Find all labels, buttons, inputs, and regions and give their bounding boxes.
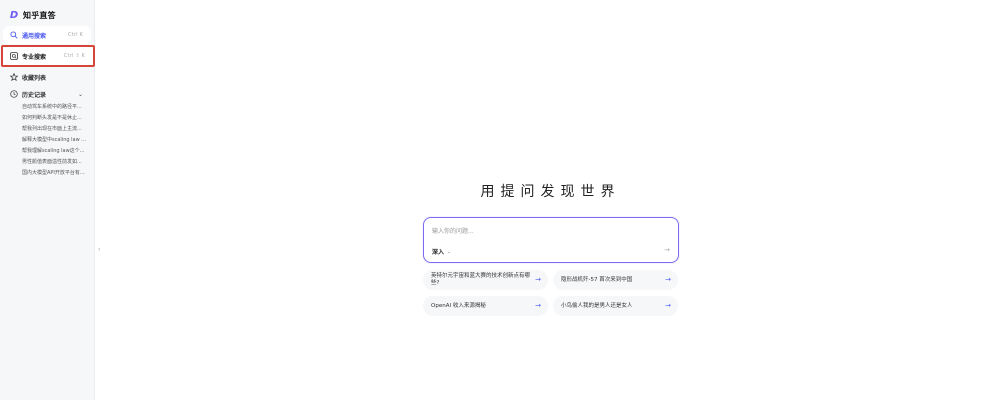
app-logo[interactable]: D 知乎直答 — [8, 8, 56, 22]
collapse-sidebar-icon[interactable]: ‹ — [98, 246, 100, 253]
arrow-right-icon: → — [535, 301, 541, 310]
suggestion-text: OpenAI 收入来源揭秘 — [431, 302, 486, 309]
sidebar: D 知乎直答 通用搜索 Ctrl K 专业搜索 Ctrl ⇧ K 收藏列表 历史… — [0, 0, 95, 400]
sidebar-item-label: 收藏列表 — [22, 74, 47, 82]
suggestion-chip[interactable]: 英特尔元宇宙和蓝大赛的技术创新点有哪些? → — [423, 270, 548, 290]
search-icon — [10, 31, 18, 39]
sidebar-item-label: 通用搜索 — [22, 32, 47, 40]
chevron-down-icon: ⌄ — [447, 248, 452, 255]
shortcut-hint: Ctrl ⇧ K — [63, 53, 85, 59]
suggestion-chip[interactable]: 隐形战机歼-57 首次来到中国 → — [553, 270, 678, 290]
sidebar-item-history[interactable]: 历史记录 ⌄ — [3, 85, 91, 103]
chevron-down-icon[interactable]: ⌄ — [78, 91, 83, 98]
history-item[interactable]: 帮我列出现在市面上主流... — [22, 124, 88, 135]
send-button[interactable]: → — [662, 245, 672, 255]
mode-label: 深入 — [432, 249, 445, 256]
star-icon — [10, 73, 18, 81]
history-item[interactable]: 帮我理解scaling law这个... — [22, 146, 88, 157]
arrow-right-icon: → — [535, 275, 541, 284]
shortcut-hint: Ctrl K — [68, 32, 83, 38]
history-icon — [10, 90, 18, 98]
suggestion-text: 隐形战机歼-57 首次来到中国 — [561, 276, 633, 283]
logo-mark-icon: D — [9, 9, 19, 21]
sidebar-item-general-search[interactable]: 通用搜索 Ctrl K — [3, 26, 91, 44]
pro-search-icon — [10, 52, 18, 60]
suggestion-chip[interactable]: 小鸟偷人我的是男人还是女人 → — [553, 296, 678, 316]
app-title: 知乎直答 — [23, 10, 56, 20]
question-input[interactable]: 输入你的问题... — [432, 226, 474, 235]
arrow-right-icon: → — [665, 301, 671, 310]
suggestion-text: 英特尔元宇宙和蓝大赛的技术创新点有哪些? — [431, 273, 531, 286]
sidebar-item-favorites[interactable]: 收藏列表 — [3, 68, 91, 86]
sidebar-item-label: 专业搜索 — [22, 53, 47, 61]
sidebar-item-pro-search[interactable]: 专业搜索 Ctrl ⇧ K — [1, 45, 95, 67]
question-input-box[interactable]: 输入你的问题... 深入 ⌄ → — [423, 217, 679, 263]
history-item[interactable]: 国内大模型API开放平台有... — [22, 168, 88, 179]
suggestion-chip[interactable]: OpenAI 收入来源揭秘 → — [423, 296, 548, 316]
history-item[interactable]: 自动驾车系统中的路径平... — [22, 102, 88, 113]
sidebar-item-label: 历史记录 — [22, 91, 47, 99]
history-item[interactable]: 解释大模型中scaling law ... — [22, 135, 88, 146]
page-title: 用提问发现世界 — [480, 184, 621, 200]
history-list: 自动驾车系统中的路径平... 如何判断头发是不是休止... 帮我列出现在市面上主… — [22, 102, 88, 179]
history-item[interactable]: 男性颜值表面溢性前发如... — [22, 157, 88, 168]
history-item[interactable]: 如何判断头发是不是休止... — [22, 113, 88, 124]
arrow-right-icon: → — [665, 275, 671, 284]
mode-selector[interactable]: 深入 ⌄ — [432, 247, 452, 257]
suggestion-text: 小鸟偷人我的是男人还是女人 — [561, 302, 633, 309]
